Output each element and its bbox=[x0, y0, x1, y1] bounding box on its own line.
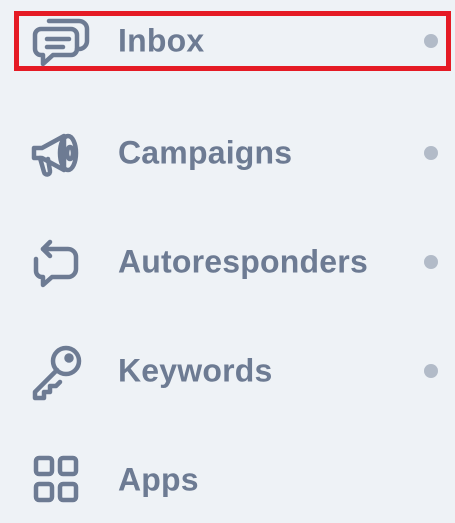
reply-arrow-icon bbox=[24, 230, 88, 294]
sidebar-item-campaigns[interactable]: Campaigns bbox=[0, 113, 455, 193]
megaphone-icon bbox=[24, 121, 88, 185]
sidebar-item-apps[interactable]: Apps bbox=[0, 440, 455, 520]
sidebar-item-label: Campaigns bbox=[118, 134, 293, 171]
sidebar-nav: Inbox Campaigns Autoresponders Keywords … bbox=[0, 0, 455, 523]
status-dot bbox=[424, 34, 438, 48]
sidebar-item-keywords[interactable]: Keywords bbox=[0, 331, 455, 411]
sidebar-item-label: Inbox bbox=[118, 22, 205, 59]
sidebar-item-label: Keywords bbox=[118, 352, 273, 389]
grid-icon bbox=[24, 448, 88, 512]
sidebar-item-label: Apps bbox=[118, 461, 199, 498]
sidebar-item-autoresponders[interactable]: Autoresponders bbox=[0, 222, 455, 302]
status-dot bbox=[424, 255, 438, 269]
status-dot bbox=[424, 146, 438, 160]
status-dot bbox=[424, 364, 438, 378]
sidebar-item-inbox[interactable]: Inbox bbox=[14, 11, 451, 71]
key-icon bbox=[24, 339, 88, 403]
sidebar-item-label: Autoresponders bbox=[118, 243, 368, 280]
chat-bubbles-icon bbox=[29, 9, 93, 73]
